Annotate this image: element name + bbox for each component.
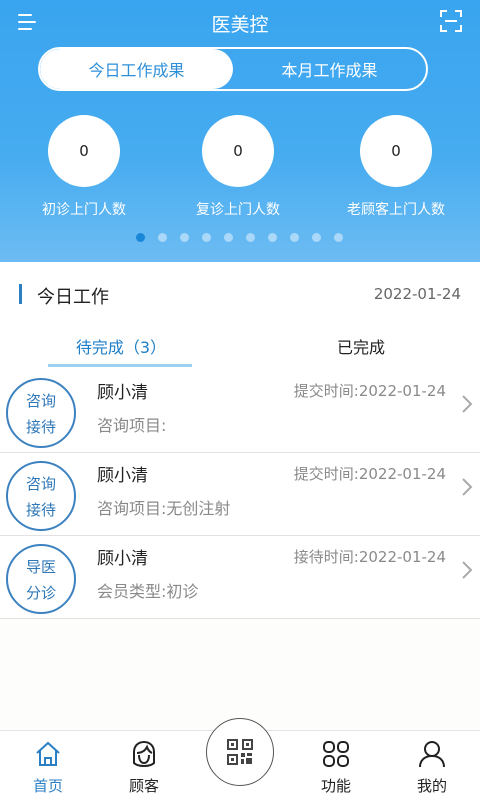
badge-line: 接待 xyxy=(25,418,56,436)
nav-label: 功能 xyxy=(320,777,351,795)
work-title: 今日工作 xyxy=(37,287,109,308)
segment-today[interactable]: 今日工作成果 xyxy=(40,49,233,89)
nav-home[interactable]: 首页 xyxy=(0,731,96,800)
nav-mine[interactable]: 我的 xyxy=(384,731,480,800)
header-panel: 医美控 今日工作成果 本月工作成果 0 初诊上门人数 0 复诊上门人数 0 老顾… xyxy=(0,0,480,262)
task-type-badge: 咨询 接待 xyxy=(6,378,76,448)
badge-line: 导医 xyxy=(25,558,56,576)
nav-label: 顾客 xyxy=(128,777,159,795)
task-type-badge: 导医 分诊 xyxy=(6,544,76,614)
badge-line: 分诊 xyxy=(25,584,56,602)
badge-line: 咨询 xyxy=(25,392,56,410)
carousel-pagination[interactable] xyxy=(136,233,356,242)
pagination-dot[interactable] xyxy=(202,233,211,242)
pagination-dot[interactable] xyxy=(268,233,277,242)
pagination-dot[interactable] xyxy=(136,233,145,242)
pagination-dot[interactable] xyxy=(290,233,299,242)
stat-value: 0 xyxy=(202,115,274,187)
task-time: 提交时间:2022-01-24 xyxy=(293,382,446,400)
stat-return-visit: 0 复诊上门人数 xyxy=(163,115,313,219)
tab-indicator xyxy=(48,364,192,367)
stat-label: 老顾客上门人数 xyxy=(347,202,445,218)
nav-customers[interactable]: 顾客 xyxy=(96,731,192,800)
stats-carousel[interactable]: 0 初诊上门人数 0 复诊上门人数 0 老顾客上门人数 xyxy=(0,115,480,225)
task-time: 提交时间:2022-01-24 xyxy=(293,465,446,483)
pagination-dot[interactable] xyxy=(246,233,255,242)
customer-name: 顾小清 xyxy=(97,466,148,486)
customer-name: 顾小清 xyxy=(97,549,148,569)
stat-label: 复诊上门人数 xyxy=(196,202,280,218)
task-row[interactable]: 咨询 接待 顾小清 提交时间:2022-01-24 咨询项目:无创注射 xyxy=(0,453,480,536)
task-detail: 咨询项目: xyxy=(97,416,167,435)
stat-value: 0 xyxy=(48,115,120,187)
qr-scan-button[interactable] xyxy=(206,718,274,786)
tab-pending[interactable]: 待完成（3） xyxy=(50,334,192,358)
pagination-dot[interactable] xyxy=(334,233,343,242)
top-bar: 医美控 xyxy=(0,0,480,46)
nav-label: 我的 xyxy=(416,777,447,795)
stat-old-customer: 0 老顾客上门人数 xyxy=(321,115,471,219)
chevron-right-icon xyxy=(462,561,473,579)
tab-done[interactable]: 已完成 xyxy=(290,334,432,358)
section-accent-bar xyxy=(19,284,22,304)
nav-functions[interactable]: 功能 xyxy=(288,731,384,800)
qr-code-icon xyxy=(227,739,253,765)
home-icon xyxy=(36,741,60,766)
customer-icon xyxy=(133,740,155,768)
badge-line: 咨询 xyxy=(25,475,56,493)
task-time: 接待时间:2022-01-24 xyxy=(293,548,446,566)
task-row[interactable]: 导医 分诊 顾小清 接待时间:2022-01-24 会员类型:初诊 xyxy=(0,536,480,619)
stat-value: 0 xyxy=(360,115,432,187)
app-title: 医美控 xyxy=(211,14,269,36)
nav-label: 首页 xyxy=(32,777,63,795)
task-row[interactable]: 咨询 接待 顾小清 提交时间:2022-01-24 咨询项目: xyxy=(0,370,480,453)
work-section-header: 今日工作 2022-01-24 xyxy=(0,262,480,324)
chevron-right-icon xyxy=(462,478,473,496)
stat-label: 初诊上门人数 xyxy=(42,202,126,218)
user-icon xyxy=(419,741,445,768)
grid-icon xyxy=(323,741,349,767)
task-detail: 会员类型:初诊 xyxy=(97,582,199,601)
task-detail: 咨询项目:无创注射 xyxy=(97,499,231,518)
pagination-dot[interactable] xyxy=(312,233,321,242)
period-segmented-control: 今日工作成果 本月工作成果 xyxy=(38,47,428,91)
pagination-dot[interactable] xyxy=(224,233,233,242)
stat-first-visit: 0 初诊上门人数 xyxy=(9,115,159,219)
pagination-dot[interactable] xyxy=(158,233,167,242)
pagination-dot[interactable] xyxy=(180,233,189,242)
chevron-right-icon xyxy=(462,395,473,413)
scan-icon[interactable] xyxy=(440,10,462,32)
customer-name: 顾小清 xyxy=(97,383,148,403)
task-list: 咨询 接待 顾小清 提交时间:2022-01-24 咨询项目: 咨询 接待 顾小… xyxy=(0,370,480,619)
task-type-badge: 咨询 接待 xyxy=(6,461,76,531)
work-date: 2022-01-24 xyxy=(373,285,461,303)
segment-month[interactable]: 本月工作成果 xyxy=(233,49,426,89)
work-tabs: 待完成（3） 已完成 xyxy=(0,324,480,370)
badge-line: 接待 xyxy=(25,501,56,519)
